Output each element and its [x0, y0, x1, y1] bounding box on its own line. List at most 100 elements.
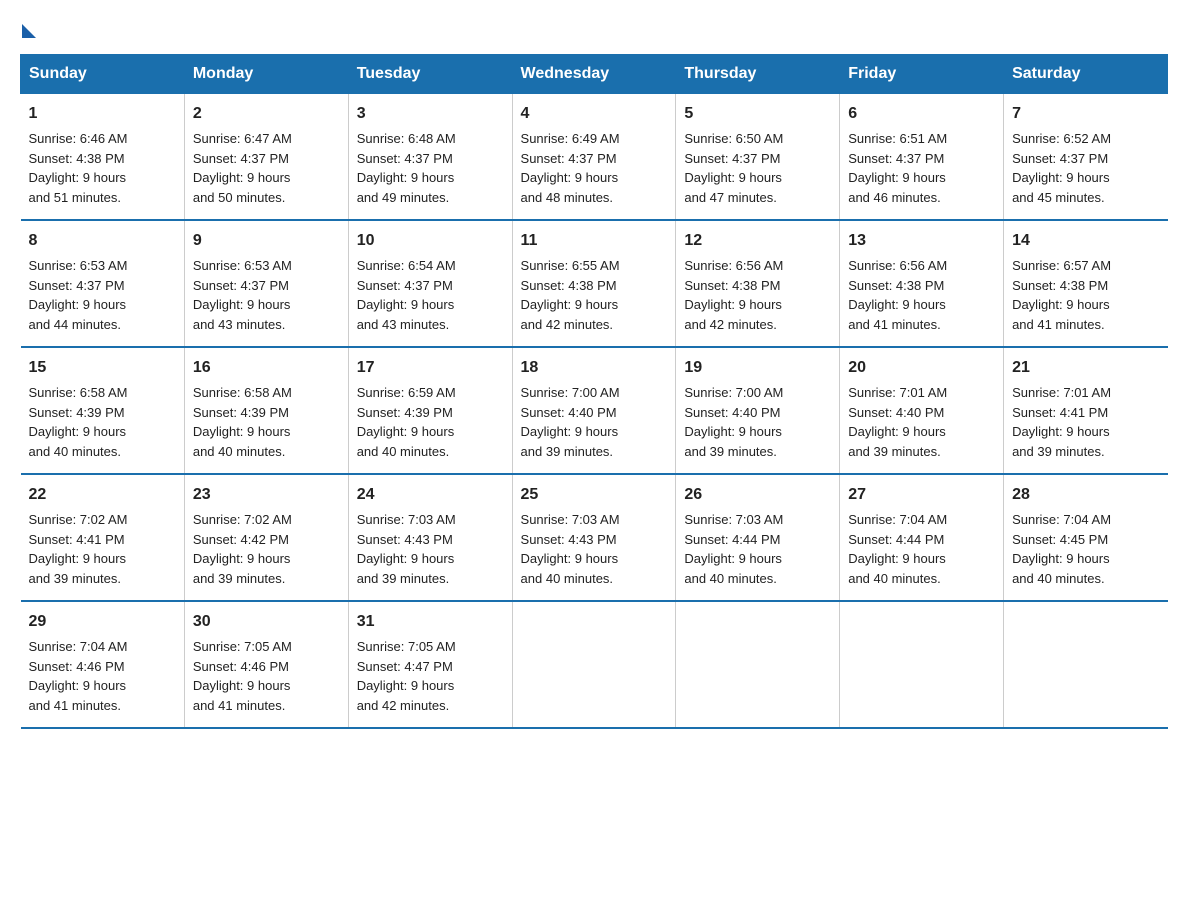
day-info: Sunrise: 7:05 AMSunset: 4:47 PMDaylight:… [357, 639, 456, 713]
day-number: 3 [357, 102, 504, 126]
calendar-cell [840, 601, 1004, 728]
day-number: 26 [684, 483, 831, 507]
day-info: Sunrise: 6:56 AMSunset: 4:38 PMDaylight:… [684, 258, 783, 332]
day-number: 27 [848, 483, 995, 507]
calendar-cell: 16 Sunrise: 6:58 AMSunset: 4:39 PMDayligh… [184, 347, 348, 474]
day-info: Sunrise: 7:04 AMSunset: 4:46 PMDaylight:… [29, 639, 128, 713]
day-number: 14 [1012, 229, 1159, 253]
week-row-4: 22Sunrise: 7:02 AMSunset: 4:41 PMDayligh… [21, 474, 1168, 601]
day-info: Sunrise: 6:57 AMSunset: 4:38 PMDaylight:… [1012, 258, 1111, 332]
calendar-cell: 27Sunrise: 7:04 AMSunset: 4:44 PMDayligh… [840, 474, 1004, 601]
week-row-2: 8 Sunrise: 6:53 AMSunset: 4:37 PMDaylight… [21, 220, 1168, 347]
day-info: Sunrise: 7:03 AMSunset: 4:43 PMDaylight:… [521, 512, 620, 586]
calendar-cell: 19 Sunrise: 7:00 AMSunset: 4:40 PMDayligh… [676, 347, 840, 474]
day-info: Sunrise: 7:00 AMSunset: 4:40 PMDaylight:… [684, 385, 783, 459]
day-number: 11 [521, 229, 668, 253]
week-row-1: 1 Sunrise: 6:46 AMSunset: 4:38 PMDaylight… [21, 94, 1168, 221]
calendar-cell: 3 Sunrise: 6:48 AMSunset: 4:37 PMDaylight… [348, 94, 512, 221]
calendar-cell: 30 Sunrise: 7:05 AMSunset: 4:46 PMDayligh… [184, 601, 348, 728]
day-info: Sunrise: 6:59 AMSunset: 4:39 PMDaylight:… [357, 385, 456, 459]
calendar-cell: 15 Sunrise: 6:58 AMSunset: 4:39 PMDayligh… [21, 347, 185, 474]
calendar-cell: 24 Sunrise: 7:03 AMSunset: 4:43 PMDayligh… [348, 474, 512, 601]
day-number: 19 [684, 356, 831, 380]
day-number: 23 [193, 483, 340, 507]
day-info: Sunrise: 7:00 AMSunset: 4:40 PMDaylight:… [521, 385, 620, 459]
calendar-cell [676, 601, 840, 728]
logo-arrow-icon [22, 24, 36, 38]
calendar-cell: 18 Sunrise: 7:00 AMSunset: 4:40 PMDayligh… [512, 347, 676, 474]
day-number: 15 [29, 356, 176, 380]
day-number: 12 [684, 229, 831, 253]
logo [20, 20, 36, 34]
day-number: 28 [1012, 483, 1159, 507]
calendar-cell: 22Sunrise: 7:02 AMSunset: 4:41 PMDayligh… [21, 474, 185, 601]
calendar-cell: 7Sunrise: 6:52 AMSunset: 4:37 PMDaylight… [1004, 94, 1168, 221]
calendar-cell: 29 Sunrise: 7:04 AMSunset: 4:46 PMDayligh… [21, 601, 185, 728]
calendar-cell: 11 Sunrise: 6:55 AMSunset: 4:38 PMDayligh… [512, 220, 676, 347]
calendar-header: SundayMondayTuesdayWednesdayThursdayFrid… [21, 55, 1168, 94]
day-info: Sunrise: 6:53 AMSunset: 4:37 PMDaylight:… [29, 258, 128, 332]
day-info: Sunrise: 7:04 AMSunset: 4:45 PMDaylight:… [1012, 512, 1111, 586]
calendar-cell: 25 Sunrise: 7:03 AMSunset: 4:43 PMDayligh… [512, 474, 676, 601]
day-header-row: SundayMondayTuesdayWednesdayThursdayFrid… [21, 55, 1168, 94]
day-number: 30 [193, 610, 340, 634]
day-number: 1 [29, 102, 176, 126]
day-number: 9 [193, 229, 340, 253]
calendar-cell [1004, 601, 1168, 728]
calendar-cell: 23 Sunrise: 7:02 AMSunset: 4:42 PMDayligh… [184, 474, 348, 601]
day-info: Sunrise: 7:01 AMSunset: 4:40 PMDaylight:… [848, 385, 947, 459]
day-info: Sunrise: 6:56 AMSunset: 4:38 PMDaylight:… [848, 258, 947, 332]
day-number: 18 [521, 356, 668, 380]
day-number: 16 [193, 356, 340, 380]
calendar-cell: 5 Sunrise: 6:50 AMSunset: 4:37 PMDaylight… [676, 94, 840, 221]
day-info: Sunrise: 7:05 AMSunset: 4:46 PMDaylight:… [193, 639, 292, 713]
calendar-cell: 21Sunrise: 7:01 AMSunset: 4:41 PMDayligh… [1004, 347, 1168, 474]
day-info: Sunrise: 6:50 AMSunset: 4:37 PMDaylight:… [684, 131, 783, 205]
day-header-monday: Monday [184, 55, 348, 94]
day-header-tuesday: Tuesday [348, 55, 512, 94]
calendar-cell: 17 Sunrise: 6:59 AMSunset: 4:39 PMDayligh… [348, 347, 512, 474]
day-number: 20 [848, 356, 995, 380]
day-number: 25 [521, 483, 668, 507]
calendar-cell [512, 601, 676, 728]
day-info: Sunrise: 6:54 AMSunset: 4:37 PMDaylight:… [357, 258, 456, 332]
day-number: 7 [1012, 102, 1159, 126]
day-number: 5 [684, 102, 831, 126]
calendar-cell: 10Sunrise: 6:54 AMSunset: 4:37 PMDayligh… [348, 220, 512, 347]
day-number: 2 [193, 102, 340, 126]
calendar-cell: 6 Sunrise: 6:51 AMSunset: 4:37 PMDaylight… [840, 94, 1004, 221]
day-info: Sunrise: 6:58 AMSunset: 4:39 PMDaylight:… [193, 385, 292, 459]
day-number: 24 [357, 483, 504, 507]
day-info: Sunrise: 6:55 AMSunset: 4:38 PMDaylight:… [521, 258, 620, 332]
day-info: Sunrise: 6:46 AMSunset: 4:38 PMDaylight:… [29, 131, 128, 205]
day-header-wednesday: Wednesday [512, 55, 676, 94]
week-row-3: 15 Sunrise: 6:58 AMSunset: 4:39 PMDayligh… [21, 347, 1168, 474]
day-number: 4 [521, 102, 668, 126]
day-info: Sunrise: 7:03 AMSunset: 4:43 PMDaylight:… [357, 512, 456, 586]
day-number: 17 [357, 356, 504, 380]
page-header [20, 20, 1168, 34]
day-number: 21 [1012, 356, 1159, 380]
calendar-body: 1 Sunrise: 6:46 AMSunset: 4:38 PMDaylight… [21, 94, 1168, 729]
calendar-cell: 8 Sunrise: 6:53 AMSunset: 4:37 PMDaylight… [21, 220, 185, 347]
day-info: Sunrise: 6:58 AMSunset: 4:39 PMDaylight:… [29, 385, 128, 459]
calendar-cell: 13 Sunrise: 6:56 AMSunset: 4:38 PMDayligh… [840, 220, 1004, 347]
calendar-table: SundayMondayTuesdayWednesdayThursdayFrid… [20, 54, 1168, 729]
day-number: 31 [357, 610, 504, 634]
day-info: Sunrise: 6:51 AMSunset: 4:37 PMDaylight:… [848, 131, 947, 205]
day-number: 8 [29, 229, 176, 253]
day-info: Sunrise: 6:48 AMSunset: 4:37 PMDaylight:… [357, 131, 456, 205]
day-number: 29 [29, 610, 176, 634]
calendar-cell: 1 Sunrise: 6:46 AMSunset: 4:38 PMDaylight… [21, 94, 185, 221]
day-info: Sunrise: 7:02 AMSunset: 4:42 PMDaylight:… [193, 512, 292, 586]
calendar-cell: 28 Sunrise: 7:04 AMSunset: 4:45 PMDayligh… [1004, 474, 1168, 601]
day-info: Sunrise: 7:02 AMSunset: 4:41 PMDaylight:… [29, 512, 128, 586]
calendar-cell: 2Sunrise: 6:47 AMSunset: 4:37 PMDaylight… [184, 94, 348, 221]
calendar-cell: 12 Sunrise: 6:56 AMSunset: 4:38 PMDayligh… [676, 220, 840, 347]
day-number: 13 [848, 229, 995, 253]
day-number: 6 [848, 102, 995, 126]
calendar-cell: 26 Sunrise: 7:03 AMSunset: 4:44 PMDayligh… [676, 474, 840, 601]
day-info: Sunrise: 6:53 AMSunset: 4:37 PMDaylight:… [193, 258, 292, 332]
day-info: Sunrise: 7:03 AMSunset: 4:44 PMDaylight:… [684, 512, 783, 586]
week-row-5: 29 Sunrise: 7:04 AMSunset: 4:46 PMDayligh… [21, 601, 1168, 728]
